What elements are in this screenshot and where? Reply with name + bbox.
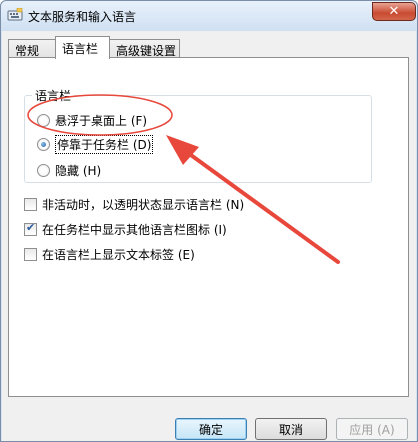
radio-button[interactable] (37, 114, 50, 127)
group-title: 语言栏 (32, 87, 75, 104)
title-bar: 文本服务和输入语言 ✕ (1, 1, 417, 31)
checkbox[interactable] (24, 198, 37, 211)
tab-language-bar[interactable]: 语言栏 (55, 36, 110, 59)
tab-general[interactable]: 常规 (8, 39, 56, 58)
radio-label: 悬浮于桌面上 (F) (55, 114, 148, 128)
radio-button-selected[interactable] (37, 138, 50, 151)
dialog-window: 文本服务和输入语言 ✕ 常规 语言栏 高级键设置 语言栏 悬浮于桌面上 (F) … (0, 0, 418, 442)
radio-dock-in-taskbar[interactable]: 停靠于任务栏 (D) (37, 135, 154, 154)
apply-button[interactable]: 应用 (A) (336, 418, 408, 440)
checkbox-show-additional-icons[interactable]: 在任务栏中显示其他语言栏图标 (I) (24, 221, 227, 238)
checkbox-show-text-labels[interactable]: 在语言栏上显示文本标签 (E) (24, 246, 195, 263)
checkbox-label: 在任务栏中显示其他语言栏图标 (I) (42, 223, 227, 237)
window-title: 文本服务和输入语言 (28, 10, 137, 24)
tab-advanced-key-settings[interactable]: 高级键设置 (109, 39, 180, 58)
close-icon: ✕ (388, 4, 400, 19)
radio-label: 停靠于任务栏 (D) (55, 135, 154, 154)
checkbox-label: 在语言栏上显示文本标签 (E) (42, 248, 195, 262)
checkbox-label: 非活动时，以透明状态显示语言栏 (N) (42, 198, 245, 212)
radio-float-on-desktop[interactable]: 悬浮于桌面上 (F) (37, 112, 147, 129)
ok-button[interactable]: 确定 (175, 418, 247, 440)
radio-button[interactable] (37, 164, 50, 177)
keyboard-icon (7, 8, 23, 21)
dialog-client-area: 常规 语言栏 高级键设置 语言栏 悬浮于桌面上 (F) 停靠于任务栏 (D) 隐… (2, 31, 416, 441)
checkbox[interactable] (24, 248, 37, 261)
checkbox-transparent-when-inactive[interactable]: 非活动时，以透明状态显示语言栏 (N) (24, 196, 244, 213)
tab-panel: 语言栏 悬浮于桌面上 (F) 停靠于任务栏 (D) 隐藏 (H) 非活动时，以透… (8, 57, 409, 397)
radio-label: 隐藏 (H) (55, 164, 102, 178)
close-button[interactable]: ✕ (372, 2, 416, 21)
radio-hidden[interactable]: 隐藏 (H) (37, 162, 101, 179)
checkbox-checked[interactable] (24, 221, 37, 236)
cancel-button[interactable]: 取消 (255, 418, 327, 440)
